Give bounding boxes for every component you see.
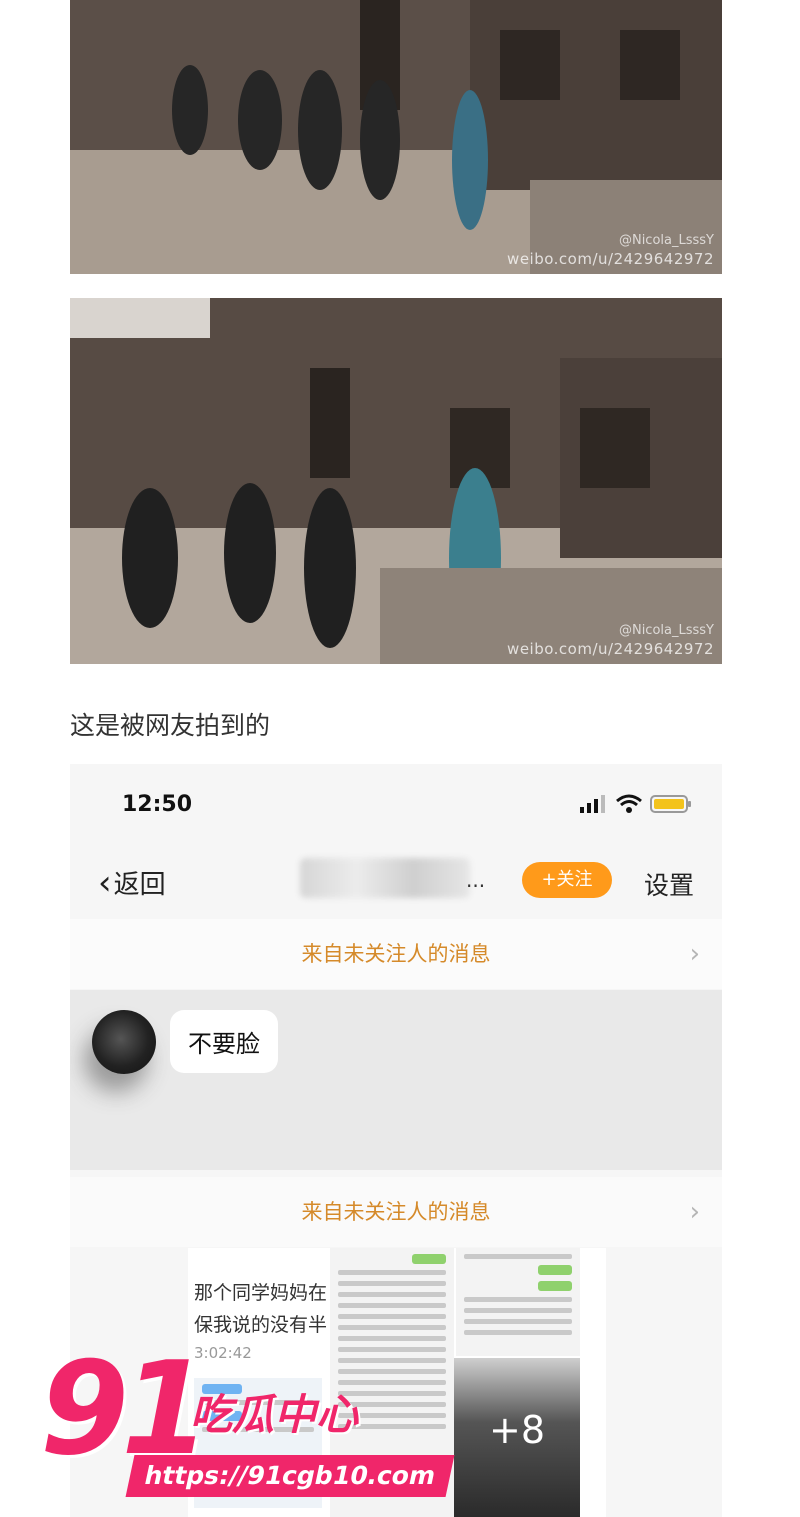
unfollowed-messages-banner[interactable]: 来自未关注人的消息 › [70,1177,722,1247]
blurred-username [300,858,470,898]
weibo-url-watermark: weibo.com/u/2429642972 [507,640,714,658]
temple-photo-2: @Nicola_LsssY weibo.com/u/2429642972 [70,298,722,664]
banner-label: 来自未关注人的消息 [301,942,491,966]
follow-button[interactable]: +关注 [522,862,612,898]
temple-photo-1: @Nicola_LsssY weibo.com/u/2429642972 [70,0,722,274]
back-label: 返回 [113,870,166,900]
avatar[interactable] [92,1010,156,1074]
site-logo: 91 吃瓜中心 https://91cgb10.com [40,1335,460,1505]
back-button[interactable]: ‹ 返回 [98,864,166,901]
wifi-icon [616,794,642,813]
logo-name: 吃瓜中心 [190,1390,359,1439]
chat-area: 不要脸 [70,990,722,1170]
chevron-right-icon: › [689,939,700,969]
more-images-count: +8 [488,1408,546,1452]
banner-label: 来自未关注人的消息 [301,1200,491,1224]
weibo-url-watermark: weibo.com/u/2429642972 [507,250,714,268]
logo-url: https://91cgb10.com [125,1455,455,1497]
thumbnail-chat-image [454,1248,580,1356]
thumbnail-text-line: 保我说的没有半 [194,1314,328,1336]
unfollowed-messages-banner[interactable]: 来自未关注人的消息 › [70,919,722,989]
weibo-username-watermark: @Nicola_LsssY [618,233,714,248]
settings-button[interactable]: 设置 [644,866,694,902]
message-bubble: 不要脸 [170,1010,278,1073]
status-time: 12:50 [122,792,193,817]
thumbnail-text-line: 那个同学妈妈在 [194,1282,328,1304]
temple-scene-image [70,298,722,664]
battery-icon [650,795,691,813]
status-icons [580,794,692,814]
chevron-right-icon: › [689,1197,700,1227]
signal-icon [580,795,605,813]
more-images-thumbnail[interactable]: +8 [454,1358,580,1517]
weibo-username-watermark: @Nicola_LsssY [618,623,714,638]
name-ellipsis: ... [466,868,486,892]
article-caption: 这是被网友拍到的 [70,711,271,740]
chevron-left-icon: ‹ [98,862,112,903]
